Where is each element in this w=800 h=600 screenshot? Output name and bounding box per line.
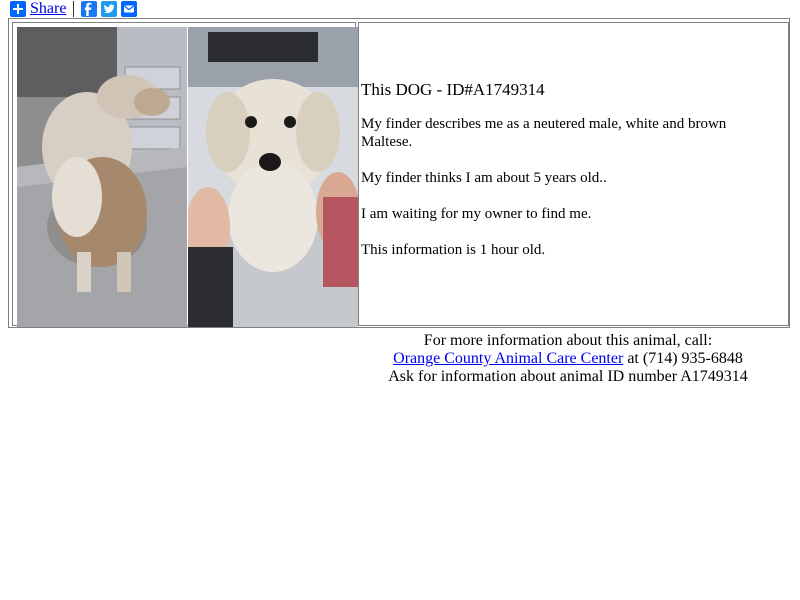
animal-info: This DOG - ID#A1749314 My finder describ…	[361, 81, 781, 277]
animal-id: ID#A1749314	[446, 80, 545, 99]
title-prefix: This DOG -	[361, 80, 447, 99]
care-center-link[interactable]: Orange County Animal Care Center	[393, 350, 623, 367]
facebook-icon[interactable]	[81, 1, 98, 17]
twitter-icon[interactable]	[101, 1, 118, 17]
page-title: This DOG - ID#A1749314	[361, 81, 781, 99]
animal-status: I am waiting for my owner to find me.	[361, 206, 592, 222]
contact-line: Orange County Animal Care Center at (714…	[350, 350, 786, 368]
phone-number: at (714) 935-6848	[623, 350, 743, 367]
plus-icon[interactable]	[10, 1, 26, 17]
contact-intro: For more information about this animal, …	[423, 332, 713, 349]
animal-listing-table: This DOG - ID#A1749314 My finder describ…	[8, 18, 790, 328]
share-separator	[73, 1, 75, 17]
dog-photo-back	[17, 27, 187, 327]
animal-age: My finder thinks I am about 5 years old.…	[361, 170, 607, 186]
share-toolbar: Share	[10, 1, 141, 17]
photo-cell	[12, 22, 358, 327]
info-cell: This DOG - ID#A1749314 My finder describ…	[358, 22, 789, 326]
id-reference: Ask for information about animal ID numb…	[388, 368, 748, 385]
info-freshness: This information is 1 hour old.	[361, 242, 546, 258]
email-icon[interactable]	[121, 1, 138, 17]
share-link[interactable]: Share	[30, 1, 66, 17]
animal-description: My finder describes me as a neutered mal…	[361, 116, 727, 150]
dog-photo-face	[188, 27, 358, 327]
contact-footer: For more information about this animal, …	[350, 332, 786, 386]
